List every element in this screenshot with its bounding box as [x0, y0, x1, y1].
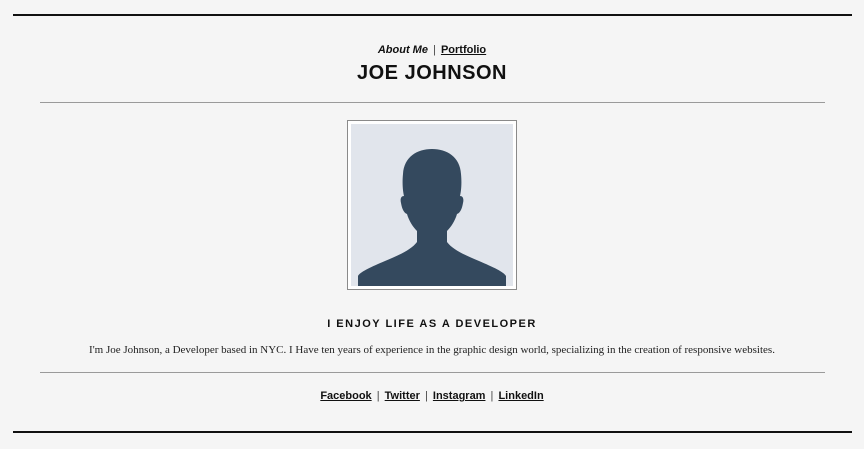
instagram-link[interactable]: Instagram — [433, 390, 486, 402]
social-separator: | — [424, 390, 428, 402]
nav-portfolio-link[interactable]: Portfolio — [441, 44, 486, 56]
bio-text: I'm Joe Johnson, a Developer based in NY… — [89, 344, 775, 356]
top-nav: About Me | Portfolio — [0, 43, 864, 57]
social-separator: | — [376, 390, 380, 402]
page-title: JOE JOHNSON — [357, 62, 507, 84]
top-border — [13, 14, 852, 16]
user-silhouette-icon — [358, 149, 506, 286]
divider-bottom — [40, 372, 825, 373]
nav-separator: | — [433, 44, 436, 56]
avatar-background — [351, 124, 513, 286]
facebook-link[interactable]: Facebook — [320, 390, 371, 402]
nav-about-me[interactable]: About Me — [378, 44, 428, 56]
linkedin-link[interactable]: LinkedIn — [498, 390, 543, 402]
twitter-link[interactable]: Twitter — [385, 390, 420, 402]
social-links: Facebook | Twitter | Instagram | LinkedI… — [0, 389, 864, 403]
avatar — [347, 120, 517, 290]
bottom-border — [13, 431, 852, 433]
social-separator: | — [490, 390, 494, 402]
page: About Me | Portfolio JOE JOHNSON I ENJOY… — [0, 0, 864, 449]
divider-top — [40, 102, 825, 103]
tagline: I ENJOY LIFE AS A DEVELOPER — [327, 318, 537, 330]
